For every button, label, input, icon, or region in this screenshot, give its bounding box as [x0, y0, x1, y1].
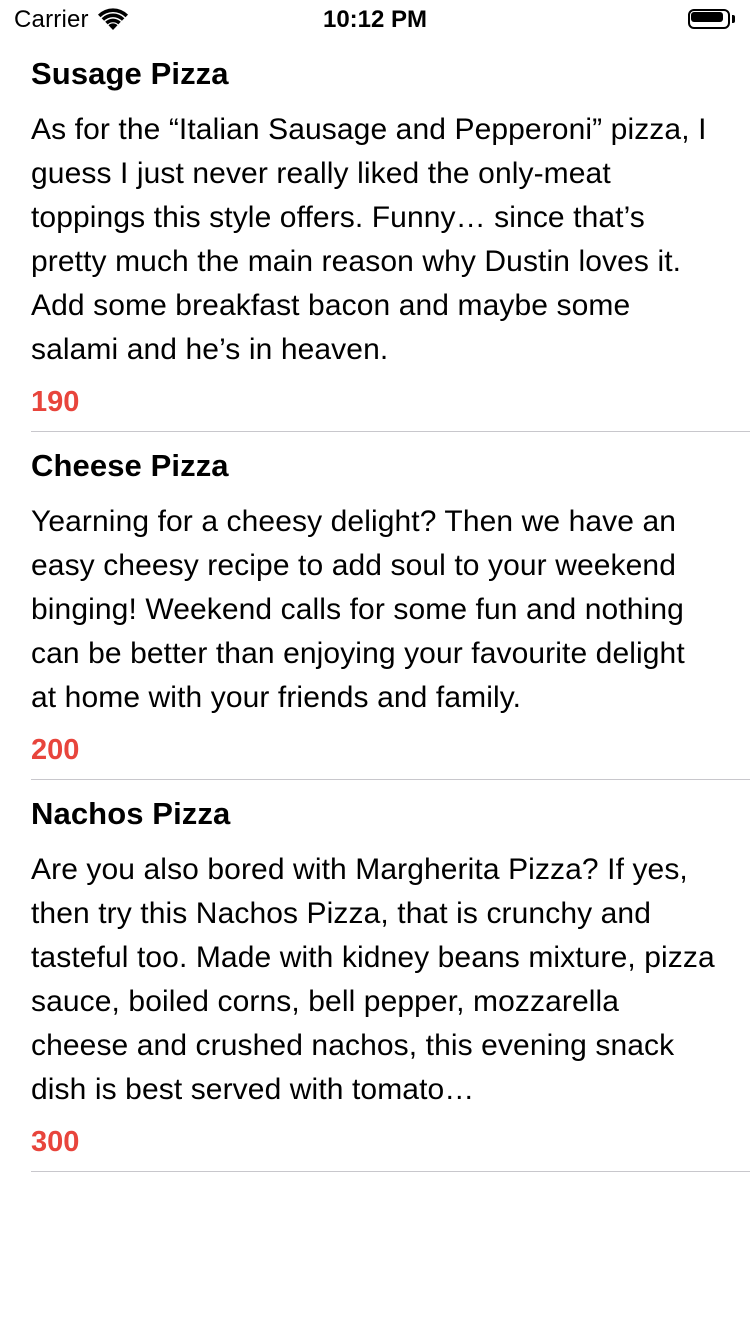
item-description: Are you also bored with Margherita Pizza… [31, 853, 715, 1106]
item-description: As for the “Italian Sausage and Pepperon… [31, 113, 707, 366]
status-bar: Carrier 10:12 PM [0, 0, 750, 40]
pizza-list[interactable]: Susage Pizza As for the “Italian Sausage… [0, 40, 750, 1172]
list-item[interactable]: Cheese Pizza Yearning for a cheesy delig… [0, 432, 750, 779]
battery-icon [688, 9, 738, 31]
item-title: Susage Pizza [31, 56, 229, 91]
item-price: 300 [31, 1126, 80, 1158]
item-description: Yearning for a cheesy delight? Then we h… [31, 505, 685, 714]
item-price: 190 [31, 386, 80, 418]
list-item[interactable]: Susage Pizza As for the “Italian Sausage… [0, 40, 750, 431]
item-title: Cheese Pizza [31, 448, 229, 483]
item-title: Nachos Pizza [31, 796, 231, 831]
list-separator [31, 1171, 750, 1172]
list-item[interactable]: Nachos Pizza Are you also bored with Mar… [0, 780, 750, 1171]
item-price: 200 [31, 734, 80, 766]
status-time: 10:12 PM [322, 6, 428, 33]
